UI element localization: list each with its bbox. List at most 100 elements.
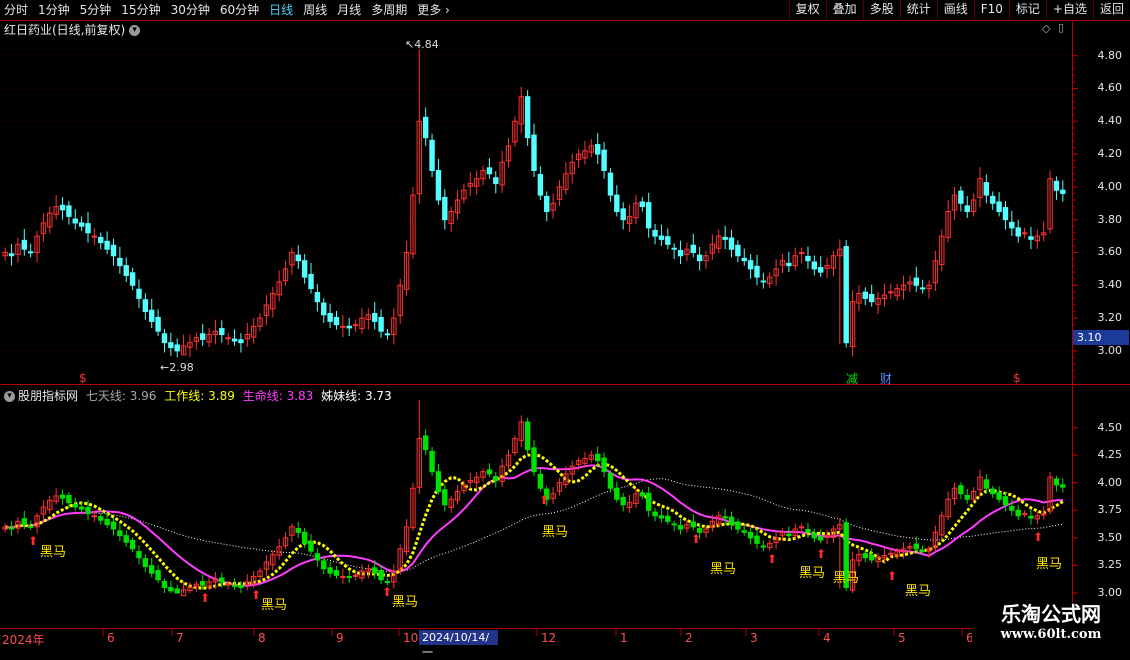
x-label-sep: 9 bbox=[336, 631, 344, 645]
indicator-candle-body bbox=[327, 567, 333, 574]
price-candle-body bbox=[544, 195, 550, 212]
tab-monthly[interactable]: 月线 bbox=[337, 2, 361, 18]
indicator-candle-body bbox=[59, 494, 66, 499]
stock-title: 红日药业(日线,前复权) bbox=[4, 23, 126, 37]
price-candle-body bbox=[1009, 221, 1015, 229]
multi-stock-button[interactable]: 多股 bbox=[862, 0, 900, 19]
indicator-candle-body bbox=[601, 457, 607, 473]
indicator-candle-body bbox=[633, 493, 639, 504]
price-candle-body bbox=[652, 230, 658, 237]
tab-multi-period[interactable]: 多周期 bbox=[371, 2, 407, 18]
back-button[interactable]: 返回 bbox=[1092, 0, 1130, 19]
indicator-tick-label: 4.25 bbox=[1097, 448, 1123, 462]
chevron-down-icon[interactable]: ▾ bbox=[4, 391, 15, 402]
price-candle-body bbox=[219, 328, 225, 335]
statistics-button[interactable]: 统计 bbox=[899, 0, 937, 19]
indicator-candle-body bbox=[728, 516, 735, 526]
tab-1min[interactable]: 1分钟 bbox=[38, 2, 70, 18]
price-candle-body bbox=[665, 236, 671, 245]
indicator-candle-body bbox=[429, 450, 435, 473]
tab-5min[interactable]: 5分钟 bbox=[80, 2, 112, 18]
indicator-candle-body bbox=[333, 570, 340, 576]
price-candle-body bbox=[645, 202, 652, 229]
indicator-candle-body bbox=[888, 552, 894, 555]
indicator-candle-body bbox=[881, 555, 888, 559]
indicator-candle-body bbox=[212, 579, 219, 583]
price-candle-body bbox=[257, 317, 263, 327]
dollar-marker-2[interactable]: $ bbox=[1013, 371, 1021, 385]
indicator-candle-body bbox=[645, 492, 652, 511]
price-candle-body bbox=[575, 153, 582, 161]
x-label-mar: 3 bbox=[750, 631, 758, 645]
fuquan-button[interactable]: 复权 bbox=[788, 0, 826, 19]
indicator-candle-body bbox=[575, 460, 582, 465]
price-candle-body bbox=[601, 149, 607, 171]
indicator-tick-label: 3.50 bbox=[1097, 530, 1123, 544]
dollar-marker-1[interactable]: $ bbox=[79, 371, 87, 385]
indicator-candle-body bbox=[136, 551, 142, 559]
indicator-candle-body bbox=[773, 537, 779, 543]
price-candle-body bbox=[72, 218, 78, 224]
x-label-oct: 10 bbox=[403, 631, 419, 645]
indicator-candle-body bbox=[1015, 509, 1021, 517]
reduction-marker[interactable]: 减 bbox=[846, 370, 858, 387]
up-arrow-icon: ⬆ bbox=[382, 585, 393, 599]
low-annotation: ←2.98 bbox=[160, 361, 194, 374]
overlay-button[interactable]: 叠加 bbox=[825, 0, 863, 19]
legend-qitian-label: 七天线: bbox=[85, 389, 126, 403]
price-tick-label: 4.00 bbox=[1097, 179, 1123, 193]
indicator-candle-body bbox=[550, 493, 556, 499]
legend-zimei-label: 姊妹线: bbox=[321, 389, 362, 403]
indicator-candle-body bbox=[563, 473, 569, 485]
mark-button[interactable]: 标记 bbox=[1008, 0, 1046, 19]
finance-marker[interactable]: 财 bbox=[880, 370, 892, 387]
indicator-candle-body bbox=[620, 496, 626, 506]
indicator-candle-body bbox=[391, 570, 397, 583]
heima-signal: 黑马 bbox=[799, 566, 826, 581]
tab-fenshi[interactable]: 分时 bbox=[4, 2, 28, 18]
indicator-candle-body bbox=[556, 482, 563, 492]
add-watchlist-button[interactable]: +自选 bbox=[1045, 0, 1093, 19]
f10-button[interactable]: F10 bbox=[973, 0, 1009, 19]
indicator-candle-body bbox=[168, 586, 174, 592]
price-candle-body bbox=[977, 178, 983, 198]
price-candle-body bbox=[690, 244, 696, 253]
indicator-tick-label: 4.00 bbox=[1097, 475, 1123, 489]
price-candle-body bbox=[40, 222, 47, 234]
price-candle-body bbox=[741, 257, 747, 262]
price-candle-body bbox=[537, 173, 544, 196]
indicator-candle-body bbox=[767, 542, 773, 549]
price-candle-body bbox=[359, 317, 365, 330]
tab-60min[interactable]: 60分钟 bbox=[220, 2, 259, 18]
legend-zimei: 姊妹线: 3.73 bbox=[321, 389, 392, 403]
indicator-candle-body bbox=[403, 526, 410, 553]
price-candle-body bbox=[429, 139, 435, 171]
draw-line-button[interactable]: 画线 bbox=[936, 0, 974, 19]
indicator-candle-body bbox=[308, 541, 314, 552]
chevron-down-icon[interactable]: ▾ bbox=[129, 25, 141, 36]
price-candle-body bbox=[868, 293, 875, 303]
price-candle-body bbox=[811, 261, 818, 270]
indicator-candle-body bbox=[747, 531, 754, 539]
panel-menu-icon[interactable]: ▯ bbox=[1058, 21, 1064, 34]
tab-30min[interactable]: 30分钟 bbox=[171, 2, 210, 18]
tab-more[interactable]: 更多 › bbox=[417, 2, 450, 18]
price-candle-body bbox=[588, 145, 595, 153]
up-arrow-icon: ⬆ bbox=[200, 591, 211, 605]
price-tick-label: 3.60 bbox=[1097, 245, 1123, 259]
indicator-candle-body bbox=[588, 454, 595, 460]
tab-weekly[interactable]: 周线 bbox=[303, 2, 327, 18]
price-candle-body bbox=[352, 324, 359, 327]
tab-15min[interactable]: 15分钟 bbox=[121, 2, 160, 18]
price-candle-body bbox=[174, 344, 180, 352]
price-candle-body bbox=[467, 183, 473, 187]
indicator-candle-body bbox=[47, 499, 53, 511]
price-candle-body bbox=[1041, 232, 1047, 236]
price-candle-body bbox=[263, 304, 270, 316]
price-candle-body bbox=[206, 333, 212, 343]
indicator-candle-body bbox=[582, 457, 588, 464]
tab-daily[interactable]: 日线 bbox=[269, 2, 293, 18]
price-candle-body bbox=[907, 281, 913, 285]
diamond-icon[interactable]: ◇ bbox=[1042, 22, 1050, 35]
price-candle-body bbox=[461, 189, 467, 200]
